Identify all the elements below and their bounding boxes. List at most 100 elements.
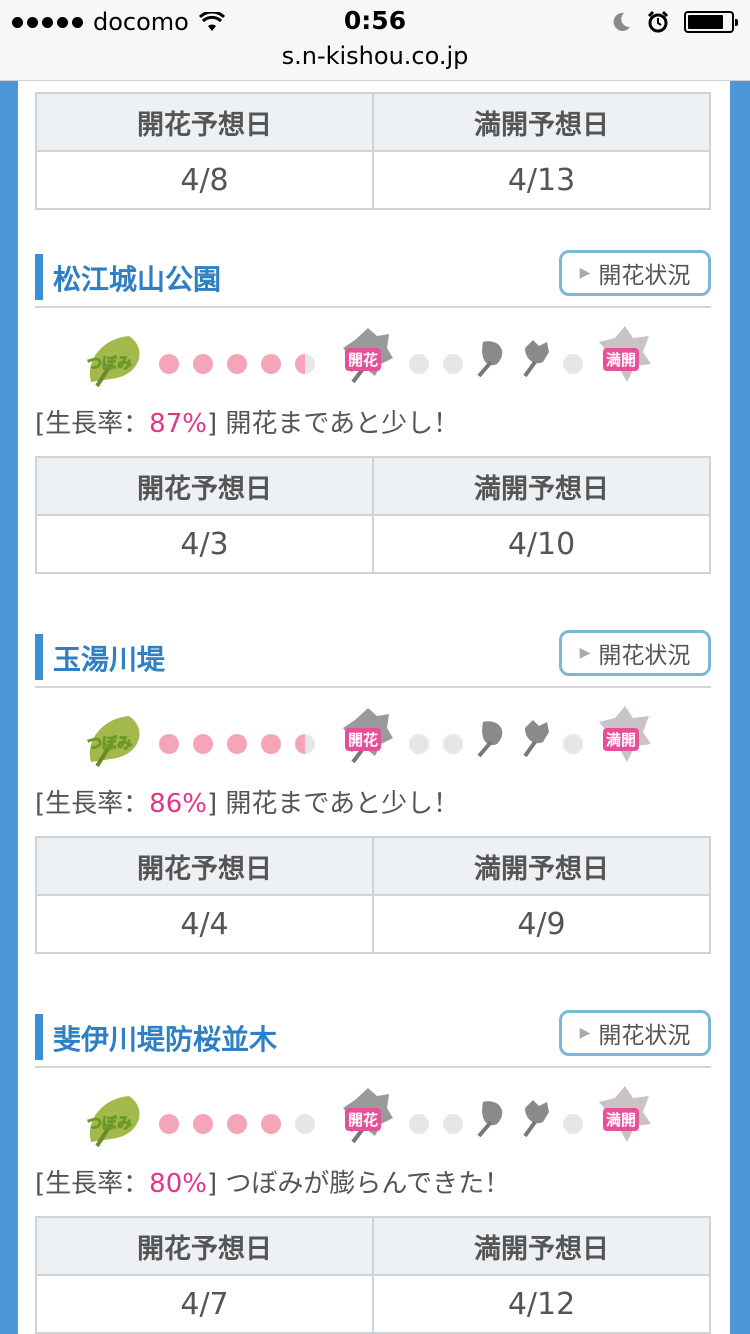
growth-rate-line: [生長率：80%] つぼみが膨らんできた！: [35, 1164, 711, 1204]
growth-rate-value: 87%: [149, 409, 207, 439]
half-bloom-icon: [523, 1100, 549, 1138]
url-bar[interactable]: s.n-kishou.co.jp: [0, 42, 750, 70]
battery-icon: [684, 11, 738, 33]
progress-dot: [261, 354, 281, 374]
site-section: 玉湯川堤 ▶ 開花状況 つぼみ 開花 満開 [生長率：86%] 開花まであと少し…: [35, 630, 711, 954]
progress-dot: [261, 1114, 281, 1134]
moon-icon: [613, 12, 630, 31]
full-bloom-badge: 満開: [603, 728, 640, 751]
progress-dot: [409, 1114, 429, 1134]
rate-suffix: ]: [206, 409, 218, 439]
progress-dot: [227, 354, 247, 374]
growth-rate-line: [生長率：87%] 開花まであと少し！: [35, 404, 711, 444]
forecast-table: 開花予想日 満開予想日 4/4 4/9: [35, 836, 711, 954]
bloom-date-value: 4/8: [35, 150, 374, 210]
growth-progress: つぼみ 開花 満開: [35, 1068, 711, 1164]
progress-dot: [159, 1114, 179, 1134]
progress-dot: [443, 1114, 463, 1134]
full-bloom-date-header: 満開予想日: [372, 1216, 711, 1276]
bloom-badge: 開花: [345, 728, 382, 751]
bloom-date-header: 開花予想日: [35, 92, 374, 152]
partial-bloom-icon: [477, 341, 503, 378]
progress-dot: [193, 734, 213, 754]
content-panel: 開花予想日 満開予想日 4/8 4/13 松江城山公園 ▶ 開花状況 つぼみ 開…: [18, 80, 730, 1334]
bud-label: つぼみ: [86, 354, 133, 373]
site-section: 斐伊川堤防桜並木 ▶ 開花状況 つぼみ 開花 満開 [生長率：80%] つぼみが…: [35, 1010, 711, 1334]
site-header: 斐伊川堤防桜並木 ▶ 開花状況: [35, 1010, 711, 1068]
full-bloom-date-header: 満開予想日: [372, 456, 711, 516]
play-arrow-icon: ▶: [579, 265, 591, 281]
progress-dot: [563, 1114, 583, 1134]
header-accent-bar: [35, 1014, 43, 1060]
growth-message: 開花まであと少し！: [225, 409, 460, 439]
full-bloom-date-value: 4/12: [372, 1274, 711, 1334]
partial-bloom-icon: [477, 721, 503, 758]
growth-progress: つぼみ 開花 満開: [35, 688, 711, 784]
rate-prefix: [生長率：: [35, 789, 150, 819]
progress-dot: [261, 734, 281, 754]
bloom-status-button[interactable]: ▶ 開花状況: [559, 250, 711, 296]
half-bloom-icon: [523, 340, 549, 378]
progress-dot: [443, 734, 463, 754]
bud-label: つぼみ: [86, 734, 133, 753]
forecast-table: 開花予想日 満開予想日 4/7 4/12: [35, 1216, 711, 1334]
growth-message: 開花まであと少し！: [225, 789, 460, 819]
bloom-status-button[interactable]: ▶ 開花状況: [559, 1010, 711, 1056]
status-bar: docomo 0:56 s.n-kishou.co.jp: [0, 0, 750, 81]
progress-dot: [159, 734, 179, 754]
bloom-badge: 開花: [345, 348, 382, 371]
full-bloom-date-value: 4/9: [372, 894, 711, 954]
rate-suffix: ]: [206, 789, 218, 819]
bloom-status-label: 開花状況: [598, 1023, 691, 1049]
growth-rate-value: 80%: [149, 1169, 207, 1199]
header-accent-bar: [35, 634, 43, 680]
progress-dot: [227, 734, 247, 754]
progress-dot: [227, 1114, 247, 1134]
full-bloom-badge: 満開: [603, 1108, 640, 1131]
bloom-status-label: 開花状況: [598, 643, 691, 669]
bloom-date-value: 4/4: [35, 894, 374, 954]
rate-suffix: ]: [206, 1169, 218, 1199]
bloom-status-label: 開花状況: [598, 263, 691, 289]
growth-rate-line: [生長率：86%] 開花まであと少し！: [35, 784, 711, 824]
site-name: 松江城山公園: [53, 263, 222, 296]
growth-message: つぼみが膨らんできた！: [225, 1169, 511, 1199]
bloom-date-header: 開花予想日: [35, 1216, 374, 1276]
full-bloom-date-value: 4/13: [372, 150, 711, 210]
bud-label: つぼみ: [86, 1114, 133, 1133]
progress-dot: [563, 734, 583, 754]
bloom-status-button[interactable]: ▶ 開花状況: [559, 630, 711, 676]
status-icons: [610, 8, 738, 36]
progress-dot: [409, 354, 429, 374]
partial-bloom-icon: [477, 1101, 503, 1138]
full-bloom-date-header: 満開予想日: [372, 92, 711, 152]
play-arrow-icon: ▶: [579, 645, 591, 661]
bloom-date-value: 4/7: [35, 1274, 374, 1334]
progress-dot: [295, 1114, 315, 1134]
site-name: 斐伊川堤防桜並木: [53, 1023, 278, 1056]
progress-dot: [443, 354, 463, 374]
forecast-table: 開花予想日 満開予想日 4/3 4/10: [35, 456, 711, 574]
growth-progress: つぼみ 開花 満開: [35, 308, 711, 404]
site-name: 玉湯川堤: [53, 643, 166, 676]
forecast-table-top: 開花予想日 満開予想日 4/8 4/13: [35, 92, 711, 210]
rate-prefix: [生長率：: [35, 409, 150, 439]
alarm-icon: [647, 10, 669, 33]
progress-dot: [193, 1114, 213, 1134]
play-arrow-icon: ▶: [579, 1025, 591, 1041]
header-accent-bar: [35, 254, 43, 300]
bloom-date-value: 4/3: [35, 514, 374, 574]
site-header: 松江城山公園 ▶ 開花状況: [35, 250, 711, 308]
rate-prefix: [生長率：: [35, 1169, 150, 1199]
bloom-badge: 開花: [345, 1108, 382, 1131]
progress-dot: [409, 734, 429, 754]
site-header: 玉湯川堤 ▶ 開花状況: [35, 630, 711, 688]
full-bloom-date-value: 4/10: [372, 514, 711, 574]
progress-dot: [159, 354, 179, 374]
progress-dot: [295, 354, 315, 374]
progress-dot: [193, 354, 213, 374]
full-bloom-badge: 満開: [603, 348, 640, 371]
site-section: 松江城山公園 ▶ 開花状況 つぼみ 開花 満開 [生長率：87%] 開花まであと…: [35, 250, 711, 574]
growth-rate-value: 86%: [149, 789, 207, 819]
bloom-date-header: 開花予想日: [35, 456, 374, 516]
